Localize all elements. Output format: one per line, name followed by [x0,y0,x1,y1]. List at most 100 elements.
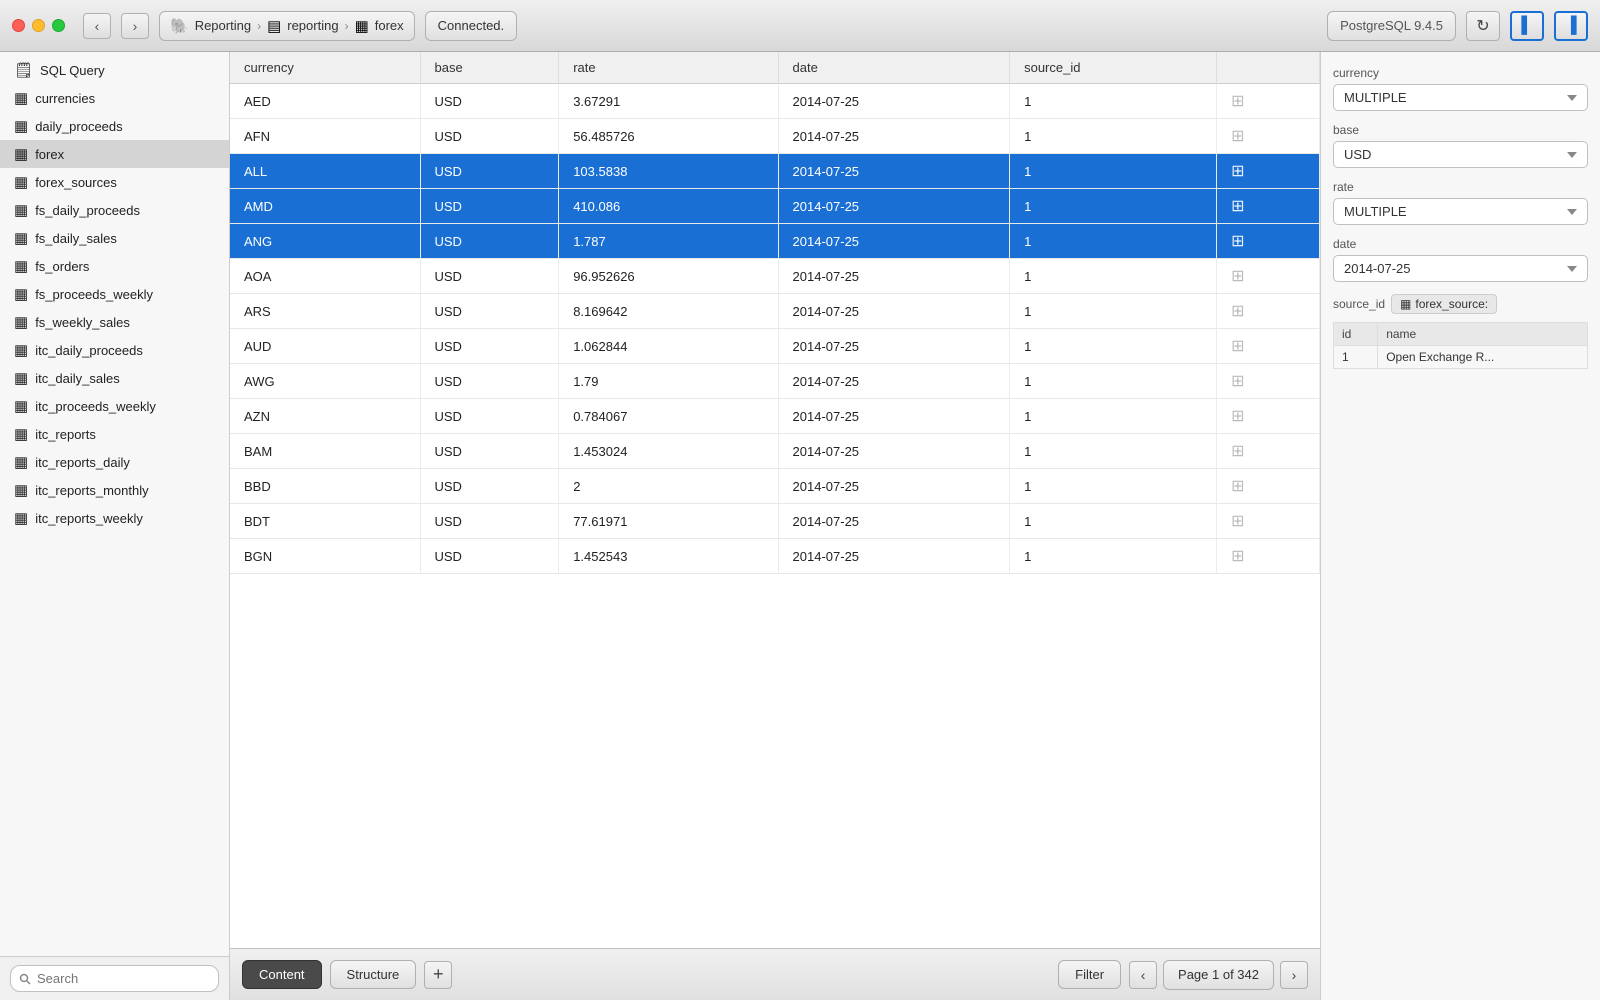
cell-action-icon[interactable]: ⊞ [1217,504,1320,539]
breadcrumb-table[interactable]: forex [375,18,404,33]
rate-select[interactable]: MULTIPLE [1333,198,1588,225]
panel-toggle-button[interactable]: ▐ [1554,11,1588,41]
table-row[interactable]: AEDUSD3.672912014-07-251⊞ [230,84,1320,119]
back-button[interactable]: ‹ [83,13,111,39]
cell-action-icon[interactable]: ⊞ [1217,364,1320,399]
sidebar-item-itc_reports_daily[interactable]: ▦itc_reports_daily [0,448,229,476]
sidebar-label-fs_daily_sales: fs_daily_sales [35,231,117,246]
table-row[interactable]: ALLUSD103.58382014-07-251⊞ [230,154,1320,189]
sidebar-item-itc_reports[interactable]: ▦itc_reports [0,420,229,448]
search-input[interactable] [10,965,219,992]
cell-action-icon[interactable]: ⊞ [1217,189,1320,224]
maximize-button[interactable] [52,19,65,32]
sidebar-item-forex_sources[interactable]: ▦ forex_sources [0,168,229,196]
database-icon: 🐘 [170,17,189,35]
next-page-button[interactable]: › [1280,961,1308,989]
sidebar-item-fs_weekly_sales[interactable]: ▦fs_weekly_sales [0,308,229,336]
cell-date: 2014-07-25 [778,329,1010,364]
sidebar-item-fs_daily_proceeds[interactable]: ▦fs_daily_proceeds [0,196,229,224]
cell-action-icon[interactable]: ⊞ [1217,434,1320,469]
row-table-icon: ⊞ [1231,373,1244,390]
table-row[interactable]: BDTUSD77.619712014-07-251⊞ [230,504,1320,539]
table-row[interactable]: AWGUSD1.792014-07-251⊞ [230,364,1320,399]
cell-currency: AMD [230,189,420,224]
sidebar-item-itc_proceeds_weekly[interactable]: ▦itc_proceeds_weekly [0,392,229,420]
cell-rate: 1.79 [559,364,778,399]
row-table-icon: ⊞ [1231,548,1244,565]
sidebar-item-fs_proceeds_weekly[interactable]: ▦fs_proceeds_weekly [0,280,229,308]
sidebar-icon-forex: ▦ [14,145,28,163]
row-table-icon: ⊞ [1231,478,1244,495]
prev-page-button[interactable]: ‹ [1129,961,1157,989]
cell-base: USD [420,224,559,259]
table-row[interactable]: AOAUSD96.9526262014-07-251⊞ [230,259,1320,294]
sidebar-item-itc_reports_weekly[interactable]: ▦itc_reports_weekly [0,504,229,532]
cell-action-icon[interactable]: ⊞ [1217,329,1320,364]
cell-base: USD [420,364,559,399]
sidebar-item-forex[interactable]: ▦forex [0,140,229,168]
cell-action-icon[interactable]: ⊞ [1217,224,1320,259]
bottom-bar: Content Structure + Filter ‹ Page 1 of 3… [230,948,1320,1000]
close-button[interactable] [12,19,25,32]
cell-action-icon[interactable]: ⊞ [1217,469,1320,504]
cell-source_id: 1 [1010,329,1217,364]
cell-date: 2014-07-25 [778,539,1010,574]
tab-content[interactable]: Content [242,960,322,989]
cell-action-icon[interactable]: ⊞ [1217,294,1320,329]
table-row[interactable]: AUDUSD1.0628442014-07-251⊞ [230,329,1320,364]
currency-select[interactable]: MULTIPLE [1333,84,1588,111]
breadcrumb-schema[interactable]: reporting [287,18,338,33]
add-row-button[interactable]: + [424,961,452,989]
sidebar-item-daily_proceeds[interactable]: ▦daily_proceeds [0,112,229,140]
sidebar-item-SQL Query[interactable]: 🗒SQL Query [0,56,229,84]
sidebar-icon-forex_sources: ▦ [14,173,28,191]
cell-date: 2014-07-25 [778,399,1010,434]
cell-source_id: 1 [1010,154,1217,189]
sidebar-item-itc_daily_sales[interactable]: ▦itc_daily_sales [0,364,229,392]
source-table-chip[interactable]: ▦ forex_source: [1391,294,1497,314]
sidebar-item-fs_orders[interactable]: ▦fs_orders [0,252,229,280]
cell-action-icon[interactable]: ⊞ [1217,154,1320,189]
sidebar-label-forex_sources: forex_sources [35,175,117,190]
cell-rate: 0.784067 [559,399,778,434]
sidebar-toggle-button[interactable]: ▌ [1510,11,1544,41]
cell-action-icon[interactable]: ⊞ [1217,84,1320,119]
cell-action-icon[interactable]: ⊞ [1217,539,1320,574]
cell-currency: AWG [230,364,420,399]
table-row[interactable]: BAMUSD1.4530242014-07-251⊞ [230,434,1320,469]
table-row[interactable]: BBDUSD22014-07-251⊞ [230,469,1320,504]
cell-action-icon[interactable]: ⊞ [1217,399,1320,434]
tab-structure[interactable]: Structure [330,960,417,989]
filter-button[interactable]: Filter [1058,960,1121,989]
pg-version: PostgreSQL 9.4.5 [1327,11,1456,41]
cell-action-icon[interactable]: ⊞ [1217,259,1320,294]
table-row[interactable]: ANGUSD1.7872014-07-251⊞ [230,224,1320,259]
breadcrumb-database[interactable]: Reporting [195,18,251,33]
table-row[interactable]: AMDUSD410.0862014-07-251⊞ [230,189,1320,224]
sidebar-item-itc_daily_proceeds[interactable]: ▦itc_daily_proceeds [0,336,229,364]
minimize-button[interactable] [32,19,45,32]
source-table-icon: ▦ [1400,297,1411,311]
sidebar-item-currencies[interactable]: ▦currencies [0,84,229,112]
sidebar-item-itc_reports_monthly[interactable]: ▦itc_reports_monthly [0,476,229,504]
page-navigation: ‹ Page 1 of 342 › [1129,960,1308,990]
forward-button[interactable]: › [121,13,149,39]
base-select[interactable]: USD [1333,141,1588,168]
sidebar-item-fs_daily_sales[interactable]: ▦fs_daily_sales [0,224,229,252]
table-row[interactable]: BGNUSD1.4525432014-07-251⊞ [230,539,1320,574]
table-row[interactable]: AZNUSD0.7840672014-07-251⊞ [230,399,1320,434]
cell-base: USD [420,294,559,329]
sidebar-label-itc_proceeds_weekly: itc_proceeds_weekly [35,399,156,414]
sidebar-label-daily_proceeds: daily_proceeds [35,119,122,134]
cell-action-icon[interactable]: ⊞ [1217,119,1320,154]
table-row[interactable]: ARSUSD8.1696422014-07-251⊞ [230,294,1320,329]
refresh-button[interactable]: ↻ [1466,11,1500,41]
date-select[interactable]: 2014-07-25 [1333,255,1588,282]
row-table-icon: ⊞ [1231,338,1244,355]
row-table-icon: ⊞ [1231,268,1244,285]
rate-field: rate MULTIPLE [1333,180,1588,225]
cell-source_id: 1 [1010,399,1217,434]
table-row[interactable]: AFNUSD56.4857262014-07-251⊞ [230,119,1320,154]
sidebar-label-itc_daily_proceeds: itc_daily_proceeds [35,343,143,358]
sidebar-icon-fs_orders: ▦ [14,257,28,275]
